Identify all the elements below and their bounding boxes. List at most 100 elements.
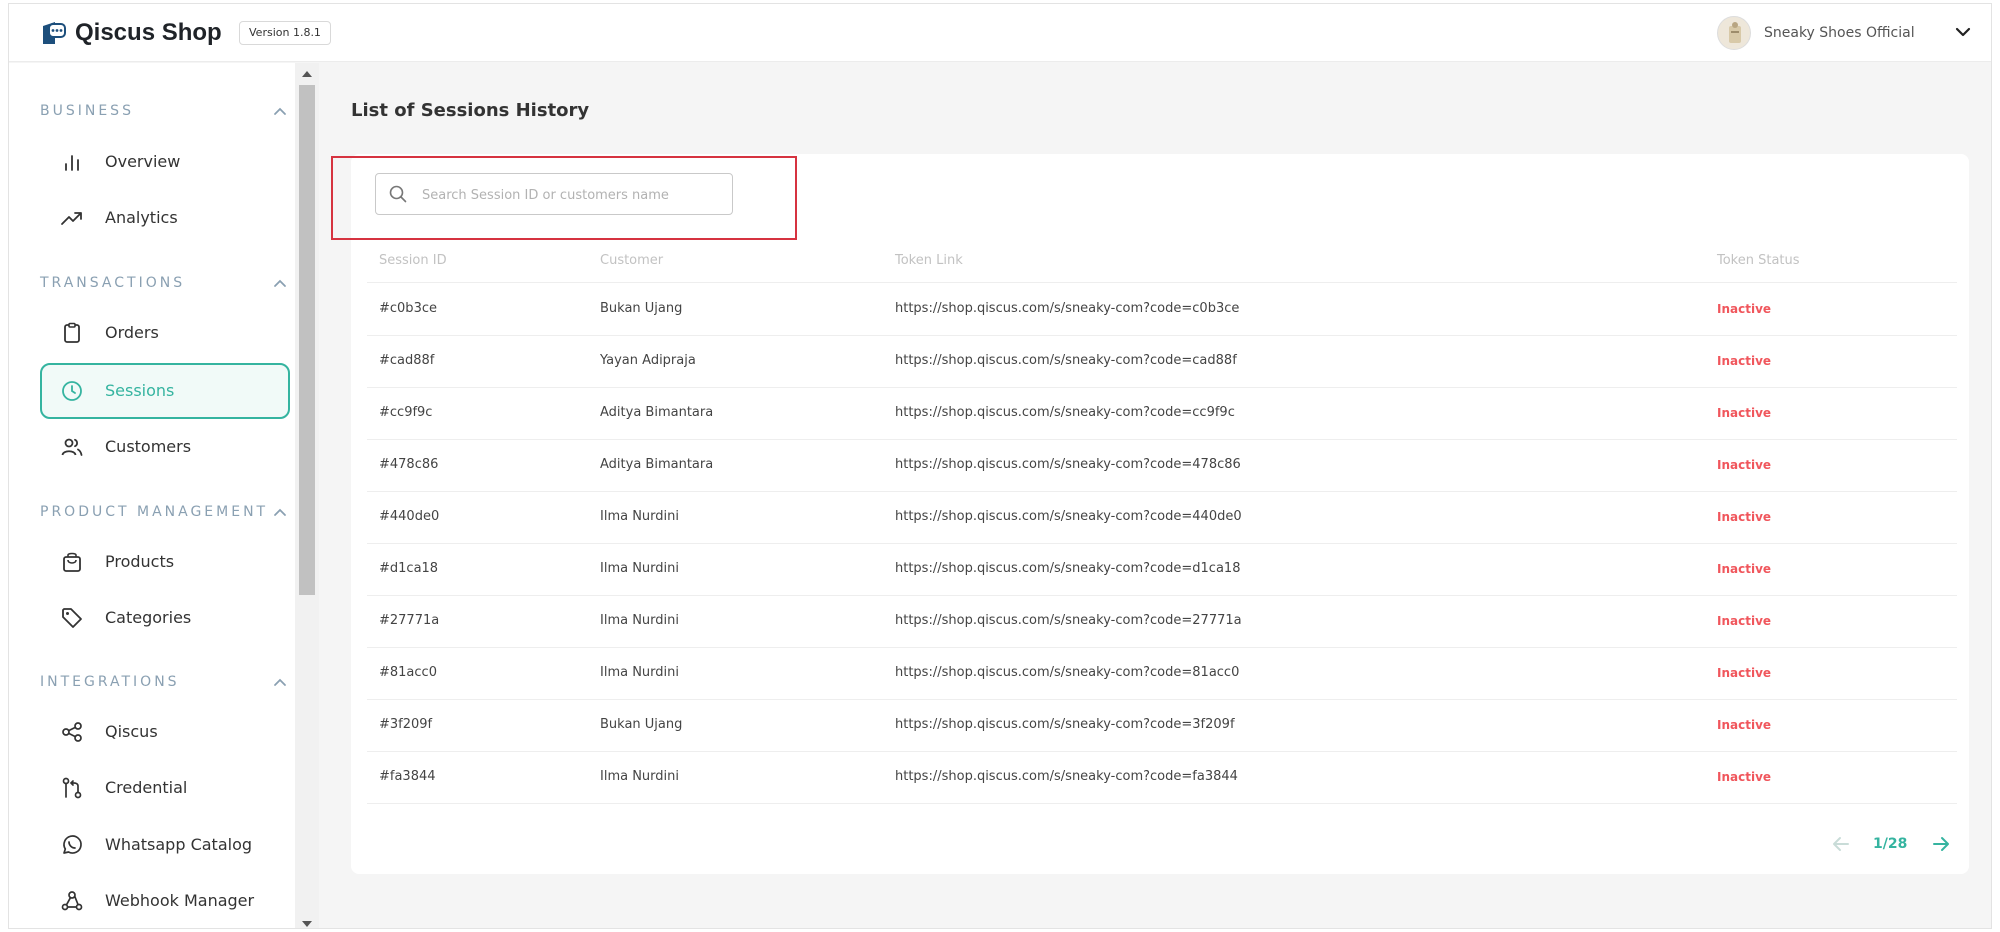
status-badge: Inactive (1717, 718, 1772, 732)
table-row[interactable]: #27771a Ilma Nurdini https://shop.qiscus… (367, 596, 1957, 648)
sidebar-item-whatsapp-catalog[interactable]: Whatsapp Catalog (40, 817, 290, 873)
token-link[interactable]: https://shop.qiscus.com/s/sneaky-com?cod… (895, 301, 1239, 316)
session-id: #c0b3ce (379, 301, 437, 316)
status-badge: Inactive (1717, 458, 1772, 472)
session-id: #d1ca18 (379, 561, 439, 576)
section-title: BUSINESS (40, 103, 134, 119)
clock-icon (62, 381, 82, 401)
arrow-right-icon[interactable] (1929, 832, 1953, 856)
section-transactions[interactable]: TRANSACTIONS (40, 275, 290, 295)
sidebar-item-label: Customers (105, 437, 192, 456)
session-id: #440de0 (379, 509, 440, 524)
table-row[interactable]: #d1ca18 Ilma Nurdini https://shop.qiscus… (367, 544, 1957, 596)
sidebar-item-orders[interactable]: Orders (40, 305, 290, 361)
customer-name: Ilma Nurdini (600, 561, 680, 576)
status-badge: Inactive (1717, 354, 1772, 368)
sidebar-item-customers[interactable]: Customers (40, 419, 290, 475)
scroll-up-arrow-icon[interactable] (301, 69, 313, 79)
section-title: INTEGRATIONS (40, 674, 180, 690)
chevron-up-icon[interactable] (270, 273, 290, 293)
sidebar-item-webhook-manager[interactable]: Webhook Manager (40, 873, 290, 928)
sidebar-item-label: Overview (105, 152, 181, 171)
table-row[interactable]: #478c86 Aditya Bimantara https://shop.qi… (367, 440, 1957, 492)
webhook-icon (61, 891, 83, 911)
table-row[interactable]: #3f209f Bukan Ujang https://shop.qiscus.… (367, 700, 1957, 752)
token-link[interactable]: https://shop.qiscus.com/s/sneaky-com?cod… (895, 405, 1235, 420)
sidebar-item-products[interactable]: Products (40, 534, 290, 590)
status-badge: Inactive (1717, 770, 1772, 784)
token-link[interactable]: https://shop.qiscus.com/s/sneaky-com?cod… (895, 665, 1239, 680)
sidebar-item-categories[interactable]: Categories (40, 590, 290, 646)
customer-name: Ilma Nurdini (600, 613, 680, 628)
table-row[interactable]: #81acc0 Ilma Nurdini https://shop.qiscus… (367, 648, 1957, 700)
sidebar-item-label: Products (105, 552, 175, 571)
section-title: PRODUCT MANAGEMENT (40, 504, 269, 520)
customer-name: Ilma Nurdini (600, 769, 680, 784)
session-id: #cc9f9c (379, 405, 433, 420)
token-link[interactable]: https://shop.qiscus.com/s/sneaky-com?cod… (895, 561, 1240, 576)
customer-name: Yayan Adipraja (600, 353, 696, 368)
status-badge: Inactive (1717, 510, 1772, 524)
trend-up-icon (61, 212, 82, 225)
bar-chart-icon (65, 155, 79, 171)
token-link[interactable]: https://shop.qiscus.com/s/sneaky-com?cod… (895, 509, 1242, 524)
session-id: #27771a (379, 613, 440, 628)
sidebar-item-label: Categories (105, 608, 192, 627)
sidebar: BUSINESS Overview Analytics TRANSACTIONS… (9, 63, 295, 928)
avatar[interactable] (1717, 16, 1751, 50)
customer-name: Ilma Nurdini (600, 665, 680, 680)
qiscus-logo-icon (43, 22, 66, 44)
scrollbar-thumb[interactable] (299, 85, 315, 595)
section-product-management[interactable]: PRODUCT MANAGEMENT (40, 504, 290, 524)
token-link[interactable]: https://shop.qiscus.com/s/sneaky-com?cod… (895, 717, 1235, 732)
user-name[interactable]: Sneaky Shoes Official (1764, 25, 1915, 41)
share-icon (62, 722, 82, 742)
column-header-token-link: Token Link (895, 253, 963, 268)
sidebar-scrollbar[interactable] (295, 63, 319, 929)
section-title: TRANSACTIONS (40, 275, 186, 291)
bag-icon (63, 552, 81, 572)
status-badge: Inactive (1717, 666, 1772, 680)
pagination-indicator: 1/28 (1873, 836, 1908, 852)
chevron-up-icon[interactable] (270, 672, 290, 692)
scroll-down-arrow-icon[interactable] (301, 919, 313, 929)
arrow-left-icon[interactable] (1829, 832, 1853, 856)
status-badge: Inactive (1717, 614, 1772, 628)
app-window: Qiscus Shop Version 1.8.1 Sneaky Shoes O… (8, 3, 1992, 929)
token-link[interactable]: https://shop.qiscus.com/s/sneaky-com?cod… (895, 457, 1241, 472)
table-row[interactable]: #cc9f9c Aditya Bimantara https://shop.qi… (367, 388, 1957, 440)
sidebar-item-label: Sessions (105, 381, 175, 400)
customer-name: Bukan Ujang (600, 717, 683, 732)
table-row[interactable]: #cad88f Yayan Adipraja https://shop.qisc… (367, 336, 1957, 388)
sidebar-item-label: Whatsapp Catalog (105, 835, 253, 854)
customer-name: Bukan Ujang (600, 301, 683, 316)
customer-name: Aditya Bimantara (600, 405, 714, 420)
tag-icon (62, 608, 82, 628)
sidebar-item-credential[interactable]: Credential (40, 760, 290, 816)
column-header-customer: Customer (600, 253, 664, 268)
table-row[interactable]: #c0b3ce Bukan Ujang https://shop.qiscus.… (367, 284, 1957, 336)
session-id: #fa3844 (379, 769, 436, 784)
sidebar-item-overview[interactable]: Overview (40, 134, 290, 190)
sidebar-item-qiscus[interactable]: Qiscus (40, 704, 290, 760)
section-integrations[interactable]: INTEGRATIONS (40, 674, 290, 694)
token-link[interactable]: https://shop.qiscus.com/s/sneaky-com?cod… (895, 613, 1242, 628)
chevron-up-icon[interactable] (270, 502, 290, 522)
table-header: Session ID Customer Token Link Token Sta… (367, 247, 1957, 283)
table-row[interactable]: #440de0 Ilma Nurdini https://shop.qiscus… (367, 492, 1957, 544)
chevron-up-icon[interactable] (270, 101, 290, 121)
key-flow-icon (62, 777, 82, 799)
table-row[interactable]: #fa3844 Ilma Nurdini https://shop.qiscus… (367, 752, 1957, 804)
sidebar-item-label: Orders (105, 323, 159, 342)
session-id: #81acc0 (379, 665, 437, 680)
token-link[interactable]: https://shop.qiscus.com/s/sneaky-com?cod… (895, 353, 1237, 368)
section-business[interactable]: BUSINESS (40, 103, 290, 123)
sidebar-item-sessions[interactable]: Sessions (40, 363, 290, 419)
page-title: List of Sessions History (351, 100, 590, 121)
sidebar-item-analytics[interactable]: Analytics (40, 190, 290, 246)
sidebar-item-label: Credential (105, 778, 188, 797)
status-badge: Inactive (1717, 406, 1772, 420)
token-link[interactable]: https://shop.qiscus.com/s/sneaky-com?cod… (895, 769, 1238, 784)
search-highlight-box (331, 156, 797, 240)
chevron-down-icon[interactable] (1951, 20, 1975, 44)
